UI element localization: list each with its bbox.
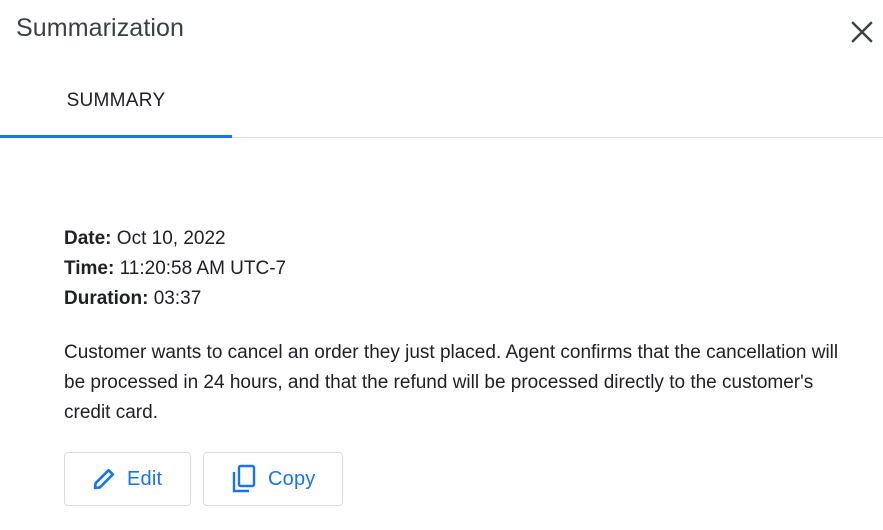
tab-summary[interactable]: SUMMARY: [0, 70, 232, 137]
copy-button-label: Copy: [268, 467, 316, 490]
tab-bar: SUMMARY: [0, 70, 883, 138]
duration-value: 03:37: [153, 288, 202, 309]
panel-title: Summarization: [16, 14, 185, 42]
summarization-panel: Summarization SUMMARY Date: Oct 10, 2022…: [0, 0, 883, 530]
date-row: Date: Oct 10, 2022: [64, 224, 286, 254]
time-label: Time:: [64, 258, 115, 279]
duration-label: Duration:: [64, 288, 149, 309]
duration-row: Duration: 03:37: [64, 284, 286, 314]
date-label: Date:: [64, 228, 112, 249]
tab-summary-label: SUMMARY: [66, 89, 166, 111]
summary-text: Customer wants to cancel an order they j…: [64, 342, 839, 423]
close-icon: [851, 21, 873, 43]
edit-button-label: Edit: [127, 467, 163, 490]
close-button[interactable]: [846, 16, 878, 48]
pencil-icon: [91, 466, 117, 492]
call-details: Date: Oct 10, 2022 Time: 11:20:58 AM UTC…: [64, 224, 286, 314]
time-row: Time: 11:20:58 AM UTC-7: [64, 254, 286, 284]
active-tab-indicator: [0, 135, 232, 138]
time-value: 11:20:58 AM UTC-7: [119, 258, 287, 279]
copy-icon: [230, 464, 258, 494]
date-value: Oct 10, 2022: [116, 228, 226, 249]
edit-button[interactable]: Edit: [64, 452, 191, 506]
copy-button[interactable]: Copy: [203, 452, 343, 506]
